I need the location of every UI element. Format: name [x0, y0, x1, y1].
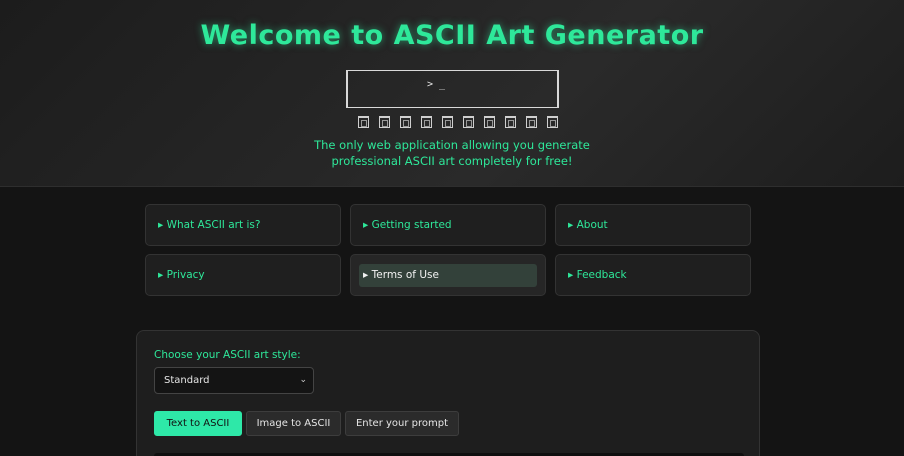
- info-nav-grid: ▸ What ASCII art is? ▸ Getting started ▸…: [145, 204, 751, 296]
- tab-image-to-ascii[interactable]: Image to ASCII: [246, 411, 341, 436]
- glyph-icon: [463, 116, 474, 128]
- glyph-icon: [484, 116, 495, 128]
- nav-feedback[interactable]: ▸ Feedback: [555, 254, 751, 296]
- nav-label: ▸ Privacy: [158, 269, 205, 281]
- decorative-glyph-row: [358, 116, 558, 130]
- glyph-icon: [547, 116, 558, 128]
- glyph-icon: [421, 116, 432, 128]
- nav-label: ▸ About: [568, 219, 608, 231]
- nav-label: ▸ Terms of Use: [359, 263, 537, 287]
- hero-header: Welcome to ASCII Art Generator > _ The o…: [0, 0, 904, 187]
- nav-privacy[interactable]: ▸ Privacy: [145, 254, 341, 296]
- style-select-value: Standard: [164, 375, 210, 386]
- glyph-icon: [358, 116, 369, 128]
- subtitle-line: The only web application allowing you ge…: [314, 138, 590, 152]
- nav-label: ▸ Getting started: [363, 219, 452, 231]
- page-title: Welcome to ASCII Art Generator: [200, 20, 704, 51]
- nav-what-ascii-art[interactable]: ▸ What ASCII art is?: [145, 204, 341, 246]
- glyph-icon: [400, 116, 411, 128]
- style-select[interactable]: Standard ⌄: [154, 367, 314, 394]
- glyph-icon: [505, 116, 516, 128]
- terminal-prompt: > _: [427, 79, 446, 90]
- nav-label: ▸ Feedback: [568, 269, 627, 281]
- page-subtitle: The only web application allowing you ge…: [0, 137, 904, 169]
- terminal-logo: > _: [346, 70, 559, 108]
- subtitle-line: professional ASCII art completely for fr…: [331, 154, 573, 168]
- nav-about[interactable]: ▸ About: [555, 204, 751, 246]
- tab-text-to-ascii[interactable]: Text to ASCII: [154, 411, 242, 436]
- glyph-icon: [379, 116, 390, 128]
- generator-panel: Choose your ASCII art style: Standard ⌄ …: [136, 330, 760, 456]
- chevron-down-icon: ⌄: [299, 375, 307, 385]
- style-label: Choose your ASCII art style:: [154, 349, 301, 361]
- nav-label: ▸ What ASCII art is?: [158, 219, 261, 231]
- glyph-icon: [526, 116, 537, 128]
- nav-terms-of-use[interactable]: ▸ Terms of Use: [350, 254, 546, 296]
- mode-tabs: Text to ASCII Image to ASCII Enter your …: [154, 411, 459, 436]
- nav-getting-started[interactable]: ▸ Getting started: [350, 204, 546, 246]
- tab-enter-prompt[interactable]: Enter your prompt: [345, 411, 459, 436]
- glyph-icon: [442, 116, 453, 128]
